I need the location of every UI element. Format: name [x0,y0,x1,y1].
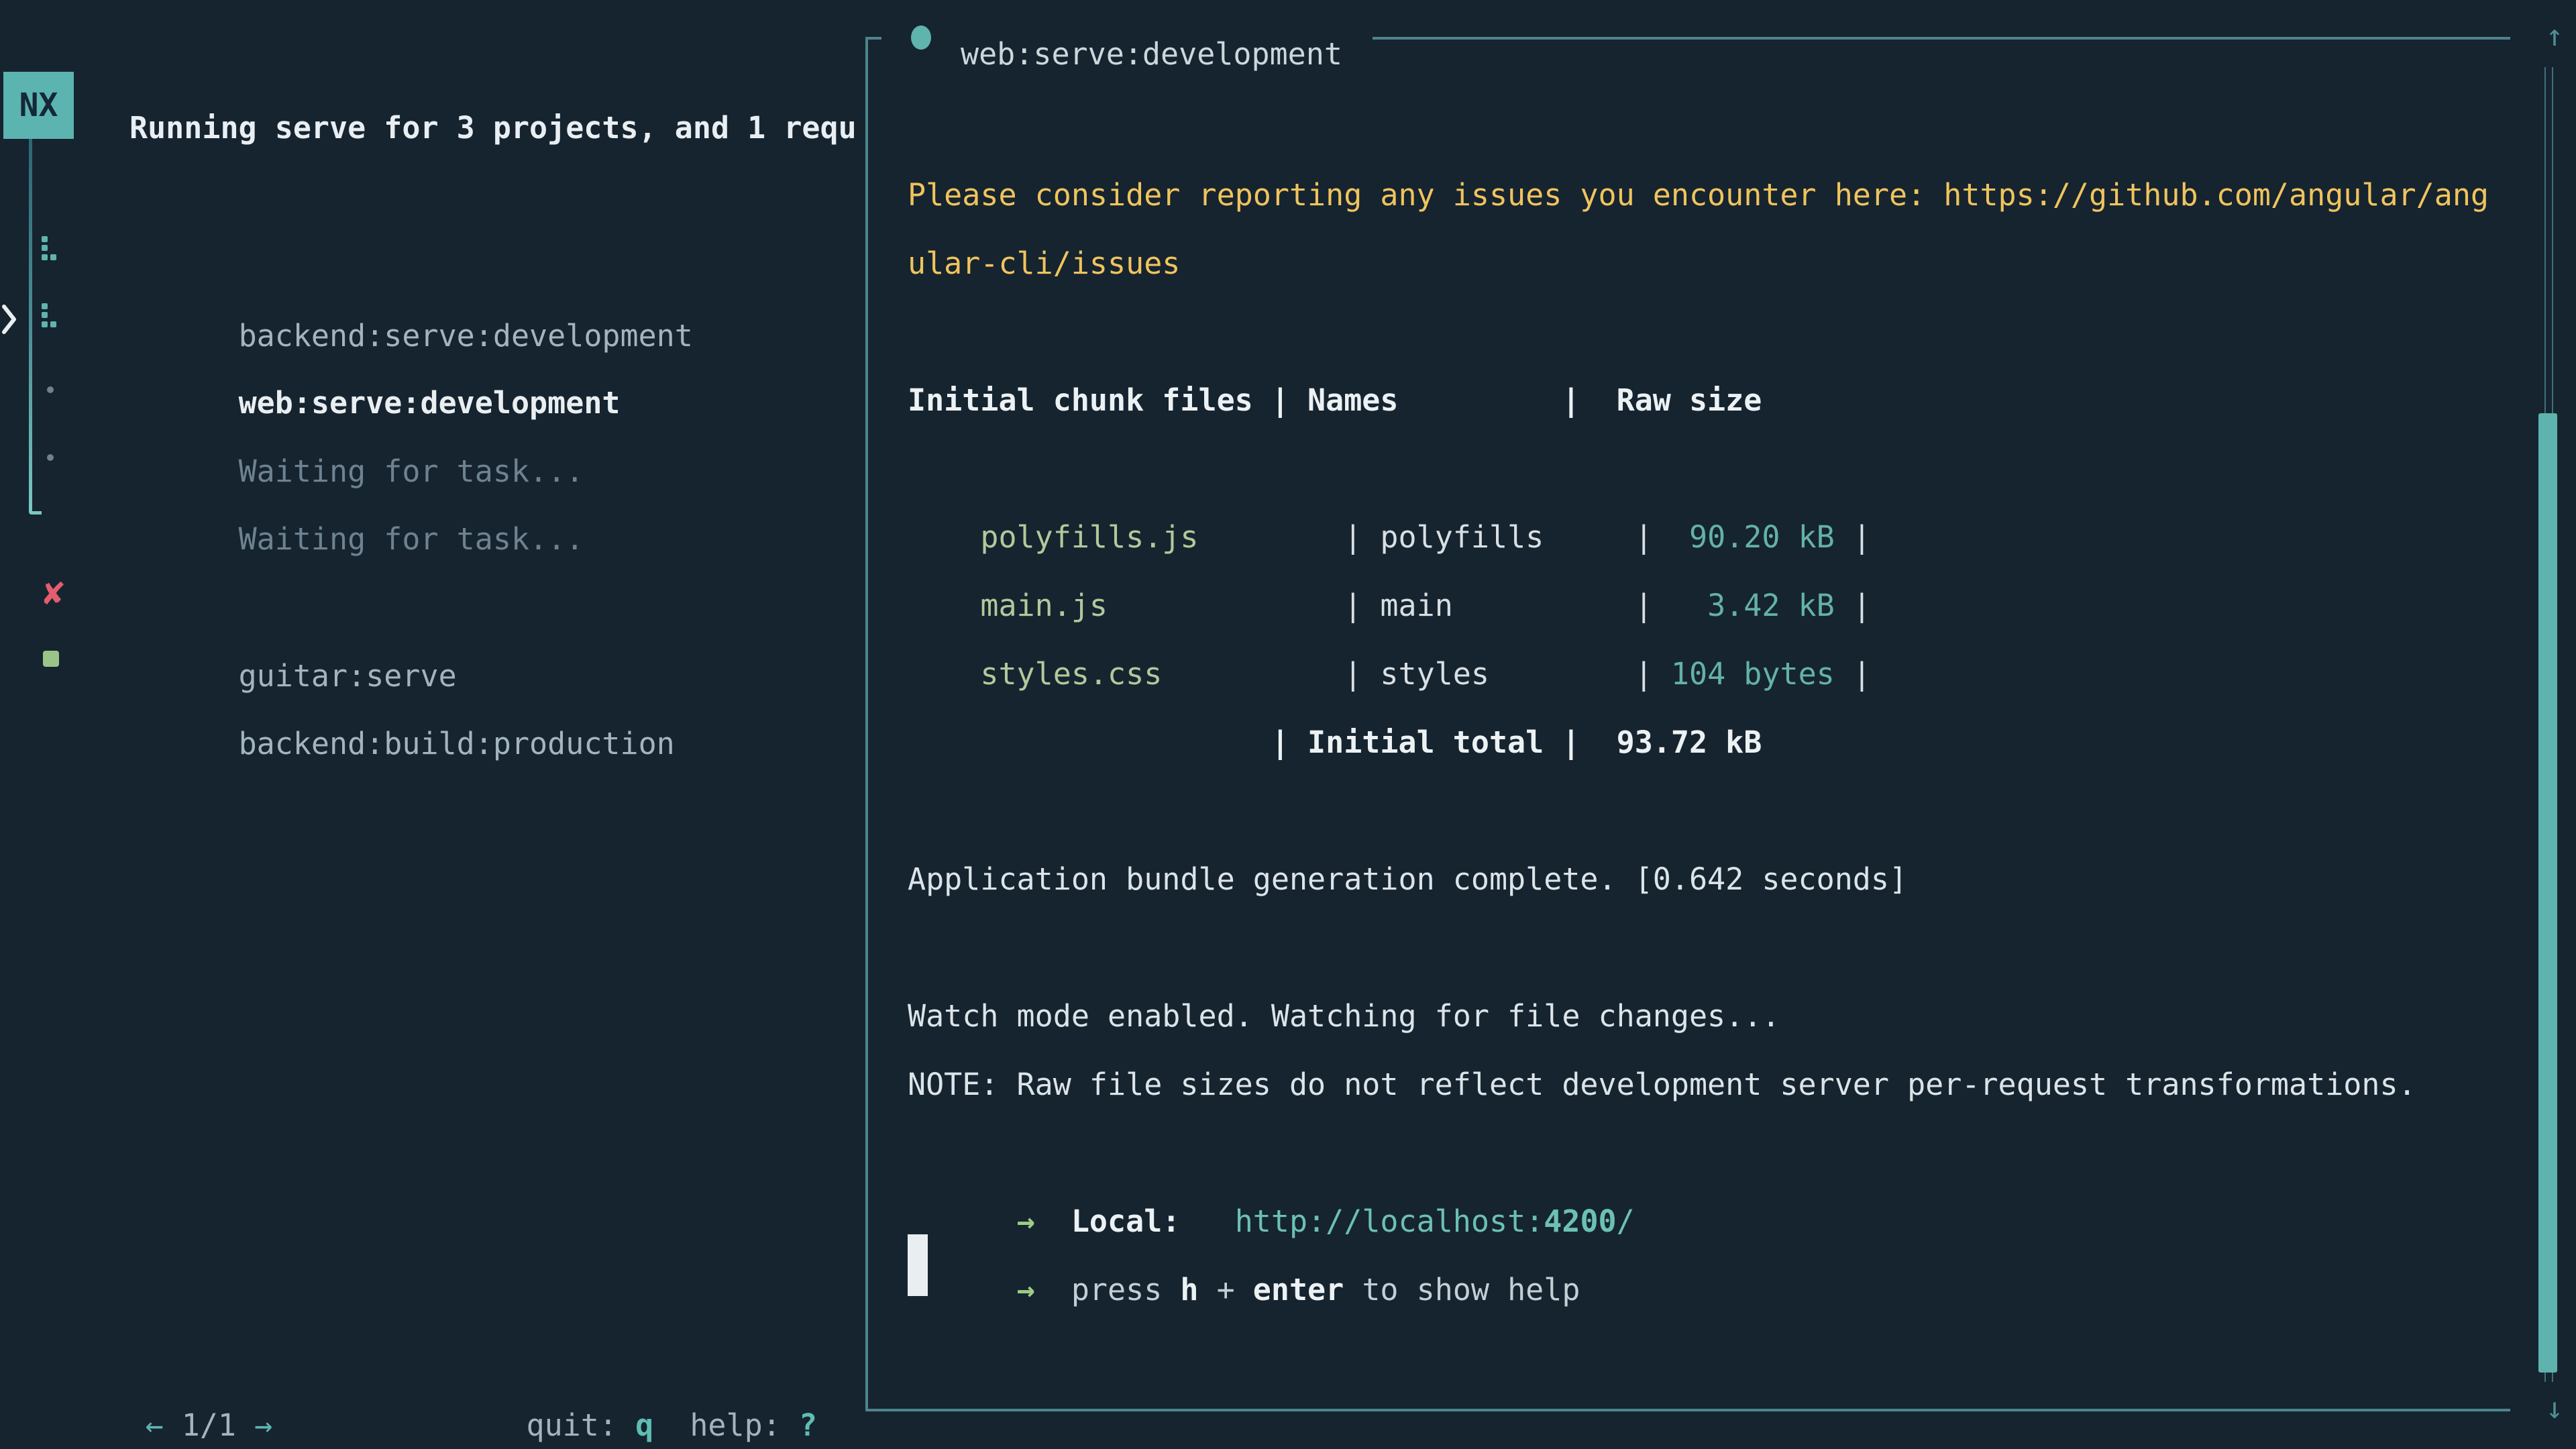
pending-dot-icon [47,386,54,393]
indent [980,1272,1016,1307]
success-square-icon [43,651,59,667]
quit-label: quit: [527,1407,636,1443]
help-key: ? [799,1407,817,1443]
note-line: NOTE: Raw file sizes do not reflect deve… [908,1051,2416,1119]
failed-x-icon: ✘ [40,578,66,609]
arrow-bullet-icon: → [1017,1272,1035,1307]
hint-gap [653,1407,690,1443]
keyboard-hints: quit: q help: ? [0,1323,817,1449]
table-separator: | [1162,656,1380,692]
panel-top-border [1373,37,2510,40]
panel-left-border [865,37,868,1411]
initial-total-row: | Initial total | 93.72 kB [908,708,1762,777]
task-tree-connector-corner [29,511,42,515]
panel-bottom-border [865,1409,2510,1411]
terminal-line-issue-url-1: Please consider reporting any issues you… [908,161,2489,229]
spinner-icon [42,303,58,329]
selected-caret-icon [1,303,19,335]
plus-text: + [1199,1272,1253,1307]
gap [1035,1272,1071,1307]
quit-key: q [635,1407,653,1443]
chunk-size: 104 bytes [1671,656,1835,692]
panel-top-border-stub [868,37,881,40]
nx-logo-label: NX [19,89,58,121]
terminal-cursor [908,1234,928,1296]
terminal-line-issue-url-2: ular-cli/issues [908,229,1180,298]
task-tree-connector-line [29,139,32,513]
watch-mode-line: Watch mode enabled. Watching for file ch… [908,982,1780,1051]
show-help-text: to show help [1344,1272,1580,1307]
bundle-complete-line: Application bundle generation complete. … [908,845,1907,914]
press-text: press [1071,1272,1181,1307]
task-sidebar: NX Running serve for 3 projects, and 1 r… [0,0,865,1449]
localhost-url-slash[interactable]: / [1617,1203,1635,1239]
sidebar-title: Running serve for 3 projects, and 1 requ [129,94,864,162]
table-separator: | [1489,656,1671,692]
scrollbar-thumb[interactable] [2538,413,2557,1373]
task-label: Waiting for task... [239,521,584,557]
pending-dot-icon [47,454,54,461]
chunk-table-header: Initial chunk files | Names | Raw size [908,366,1762,435]
help-hint-line: → press h + enter to show help [908,1187,1580,1393]
table-separator: | [1835,656,1871,692]
chunk-file-name: styles.css [980,656,1162,692]
task-item-backend-build[interactable]: backend:build:production [129,641,675,847]
chunk-name: styles [1380,656,1489,692]
nx-logo: NX [3,72,74,139]
key-enter: enter [1253,1272,1344,1307]
help-label: help: [690,1407,799,1443]
key-h: h [1180,1272,1198,1307]
nx-terminal-ui: NX Running serve for 3 projects, and 1 r… [0,0,2576,1449]
scroll-up-icon[interactable]: ↑ [2540,21,2569,51]
scroll-down-icon[interactable]: ↓ [2540,1394,2569,1424]
task-label: backend:build:production [239,726,675,761]
running-status-dot-icon [911,25,931,50]
panel-title: web:serve:development [961,20,1342,89]
spinner-icon [42,236,58,262]
